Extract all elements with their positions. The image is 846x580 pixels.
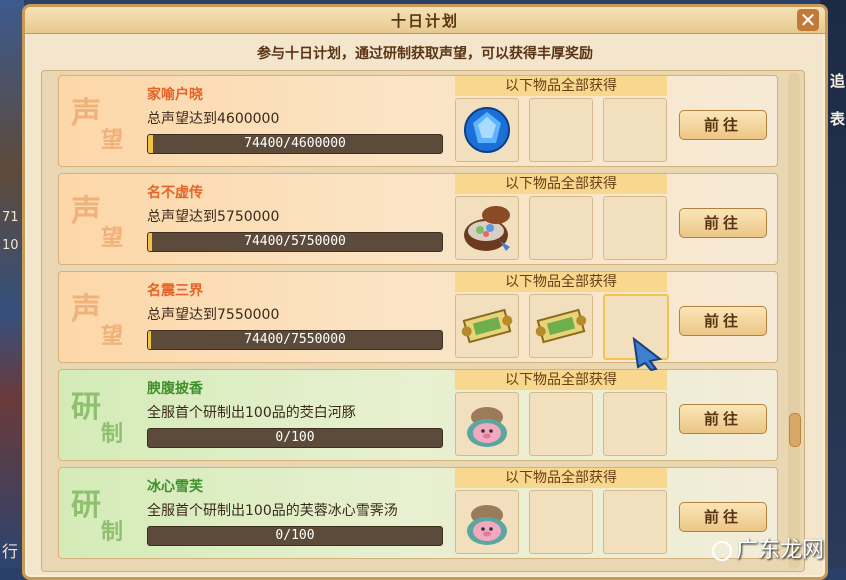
reward-slot-empty[interactable]: [603, 392, 667, 456]
task-name: 名不虚传: [147, 185, 203, 201]
reward-header: 以下物品全部获得: [455, 370, 667, 390]
badge-char-bottom: 望: [101, 225, 124, 251]
reward-slot-empty[interactable]: [603, 490, 667, 554]
background-left-strip: 71 10 行: [0, 0, 24, 568]
task-name: 家喻户晓: [147, 87, 203, 103]
progress-text: 74400/5750000: [244, 234, 346, 249]
task-desc: 总声望达到4600000: [147, 111, 280, 127]
progress-bar: 74400/5750000: [147, 232, 443, 252]
progress-bar: 0/100: [147, 428, 443, 448]
task-card: 声 望 名不虚传 总声望达到5750000 74400/5750000 以下物品…: [58, 173, 778, 265]
reward-slot[interactable]: [455, 392, 519, 456]
task-desc: 总声望达到7550000: [147, 307, 280, 323]
close-icon: ✕: [799, 8, 817, 32]
reward-header: 以下物品全部获得: [455, 272, 667, 292]
research-badge: 研 制: [65, 474, 139, 552]
badge-char-top: 声: [71, 292, 101, 327]
badge-char-top: 声: [71, 96, 101, 131]
research-badge: 研 制: [65, 376, 139, 454]
progress-bar: 74400/7550000: [147, 330, 443, 350]
watermark-text: 广东龙网: [735, 538, 824, 563]
reputation-badge: 声 望: [65, 278, 139, 356]
scrollbar[interactable]: [788, 73, 801, 569]
badge-char-bottom: 望: [101, 323, 124, 349]
reward-slot-empty[interactable]: [529, 490, 593, 554]
bg-right-text-2: 表: [829, 110, 846, 128]
task-card: 研 制 腴腹披香 全服首个研制出100品的茭白河豚 0/100 以下物品全部获得: [58, 369, 778, 461]
close-button[interactable]: ✕: [797, 9, 819, 31]
task-card: 声 望 家喻户晓 总声望达到4600000 74400/4600000 以下物品…: [58, 75, 778, 167]
pig-pot-icon: [467, 505, 507, 545]
badge-char-bottom: 制: [101, 519, 124, 545]
badge-char-bottom: 望: [101, 127, 124, 153]
progress-text: 74400/7550000: [244, 332, 346, 347]
task-desc: 全服首个研制出100品的芙蓉冰心雪霁汤: [147, 503, 398, 519]
scroll-thumb[interactable]: [789, 413, 801, 447]
go-button[interactable]: 前往: [679, 306, 767, 336]
scroll-icon: [535, 308, 587, 344]
reward-header: 以下物品全部获得: [455, 76, 667, 96]
progress-bar: 0/100: [147, 526, 443, 546]
title-bar: 十日计划 ✕: [25, 7, 825, 34]
badge-char-top: 声: [71, 194, 101, 229]
game-cursor-icon: [632, 336, 663, 371]
task-name: 腴腹披香: [147, 381, 203, 397]
go-button[interactable]: 前往: [679, 404, 767, 434]
reward-slot[interactable]: [455, 196, 519, 260]
progress-text: 74400/4600000: [244, 136, 346, 151]
pig-pot-icon: [467, 407, 507, 447]
window-title: 十日计划: [390, 12, 459, 30]
task-desc: 全服首个研制出100品的茭白河豚: [147, 405, 356, 421]
watermark-logo-icon: [711, 541, 732, 561]
reward-slot-empty[interactable]: [529, 196, 593, 260]
progress-text: 0/100: [275, 430, 315, 445]
badge-char-top: 研: [71, 488, 101, 523]
reward-slot[interactable]: [455, 294, 519, 358]
reputation-badge: 声 望: [65, 82, 139, 160]
badge-char-top: 研: [71, 390, 101, 425]
window-subtitle: 参与十日计划，通过研制获取声望，可以获得丰厚奖励: [257, 46, 593, 62]
reward-slot[interactable]: [529, 294, 593, 358]
ten-day-plan-window: 十日计划 ✕ 参与十日计划，通过研制获取声望，可以获得丰厚奖励 声 望 家喻户晓…: [22, 4, 828, 580]
bg-right-text-1: 追: [829, 72, 846, 90]
scroll-icon: [461, 308, 513, 344]
task-list: 声 望 家喻户晓 总声望达到4600000 74400/4600000 以下物品…: [41, 70, 805, 572]
go-button[interactable]: 前往: [679, 208, 767, 238]
go-button[interactable]: 前往: [679, 502, 767, 532]
task-name: 冰心雪芙: [147, 479, 203, 495]
reward-header: 以下物品全部获得: [455, 174, 667, 194]
gift-box-icon: [464, 206, 510, 251]
progress-text: 0/100: [275, 528, 315, 543]
task-name: 名震三界: [147, 283, 203, 299]
reward-slot-empty[interactable]: [529, 392, 593, 456]
reward-slot[interactable]: [455, 98, 519, 162]
bg-number-2: 10: [2, 238, 19, 253]
bg-number-1: 71: [2, 210, 19, 225]
reward-slot-empty[interactable]: [603, 98, 667, 162]
reward-header: 以下物品全部获得: [455, 468, 667, 488]
watermark: 广东龙网: [711, 532, 824, 564]
reward-slot-empty[interactable]: [603, 196, 667, 260]
blue-gem-icon: [464, 107, 510, 153]
reward-slot[interactable]: [455, 490, 519, 554]
go-button[interactable]: 前往: [679, 110, 767, 140]
badge-char-bottom: 制: [101, 421, 124, 447]
task-card: 研 制 冰心雪芙 全服首个研制出100品的芙蓉冰心雪霁汤 0/100 以下物品全…: [58, 467, 778, 559]
progress-bar: 74400/4600000: [147, 134, 443, 154]
task-desc: 总声望达到5750000: [147, 209, 280, 225]
reward-slot-empty[interactable]: [529, 98, 593, 162]
bg-text-bottom: 行: [2, 542, 19, 561]
reputation-badge: 声 望: [65, 180, 139, 258]
task-card: 声 望 名震三界 总声望达到7550000 74400/7550000 以下物品…: [58, 271, 778, 363]
